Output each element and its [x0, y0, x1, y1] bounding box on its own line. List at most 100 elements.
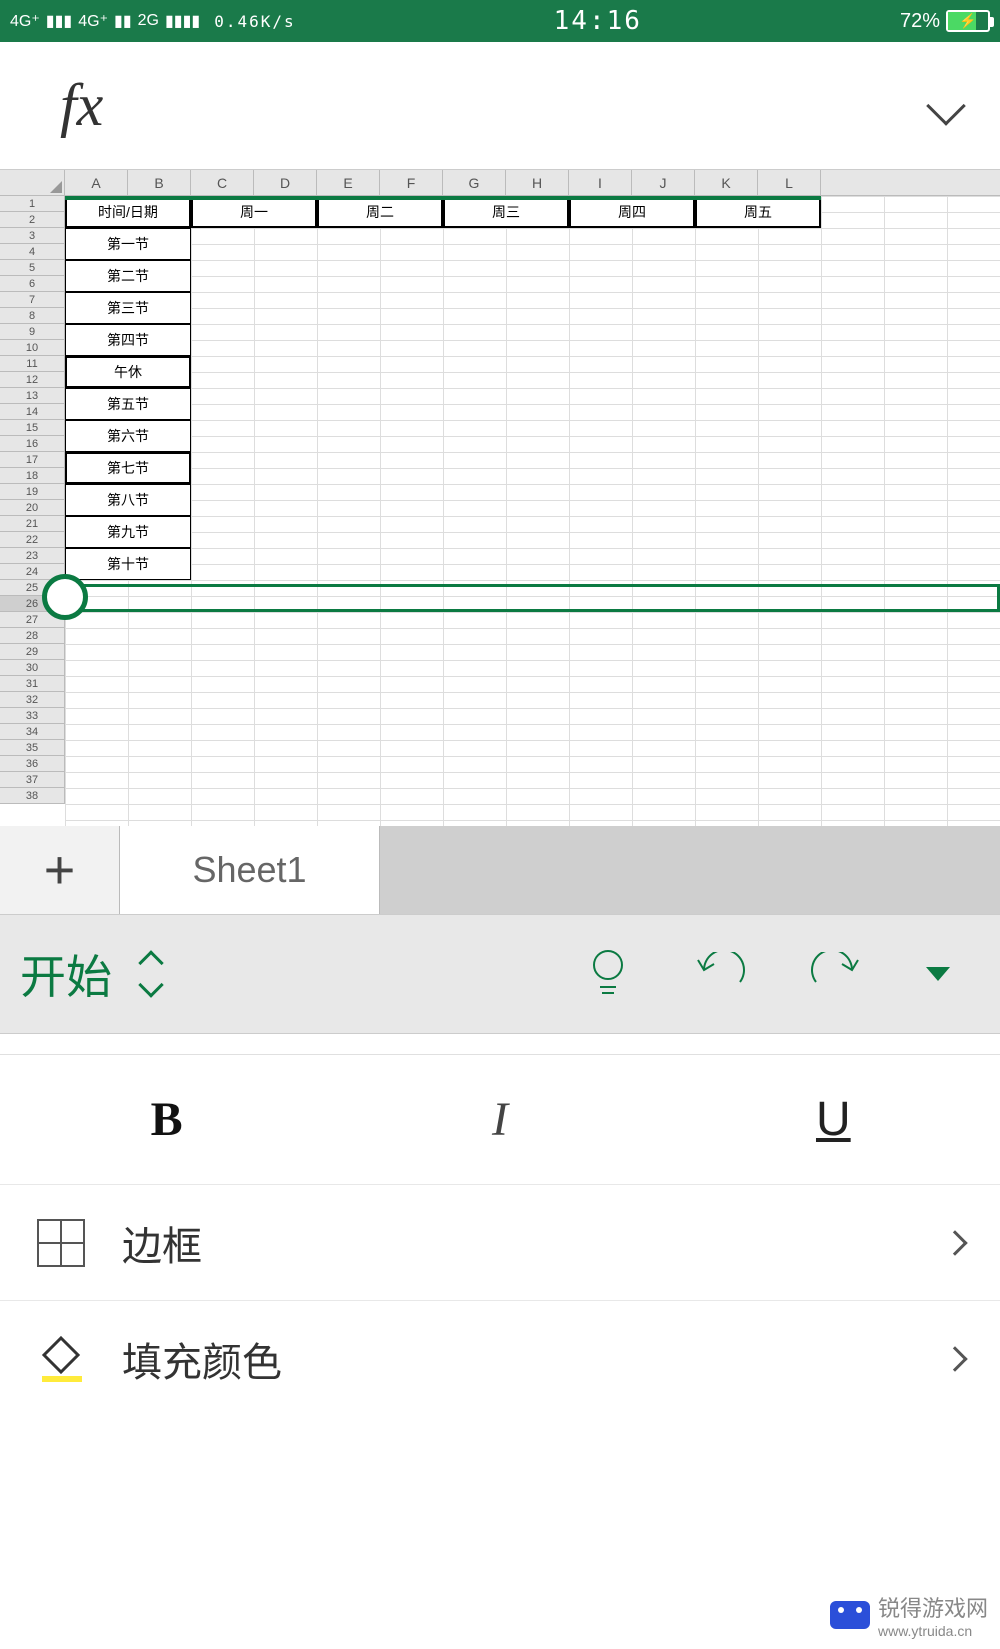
data-speed: 0.46K/s [214, 12, 295, 31]
sheet-tab-1[interactable]: Sheet1 [120, 826, 380, 914]
row-header-29[interactable]: 29 [0, 644, 64, 660]
select-all-corner[interactable] [0, 170, 65, 196]
row-header-20[interactable]: 20 [0, 500, 64, 516]
row-header-17[interactable]: 17 [0, 452, 64, 468]
spreadsheet-grid[interactable]: ABCDEFGHIJKL 123456789101112131415161718… [0, 170, 1000, 826]
col-header-A[interactable]: A [65, 170, 128, 195]
row-header-19[interactable]: 19 [0, 484, 64, 500]
col-header-J[interactable]: J [632, 170, 695, 195]
row-header-25[interactable]: 25 [0, 580, 64, 596]
ribbon-bar: 开始 [0, 914, 1000, 1034]
status-time: 14:16 [296, 6, 900, 36]
row-header-13[interactable]: 13 [0, 388, 64, 404]
cell-period-3[interactable]: 第四节 [65, 324, 191, 356]
col-header-L[interactable]: L [758, 170, 821, 195]
row-header-11[interactable]: 11 [0, 356, 64, 372]
col-header-E[interactable]: E [317, 170, 380, 195]
row-header-6[interactable]: 6 [0, 276, 64, 292]
cell-period-8[interactable]: 第八节 [65, 484, 191, 516]
row-headers[interactable]: 1234567891011121314151617181920212223242… [0, 196, 65, 804]
row-header-38[interactable]: 38 [0, 788, 64, 804]
cell-period-7[interactable]: 第七节 [65, 452, 191, 484]
col-header-K[interactable]: K [695, 170, 758, 195]
row-header-9[interactable]: 9 [0, 324, 64, 340]
cell-period-4[interactable]: 午休 [65, 356, 191, 388]
col-header-G[interactable]: G [443, 170, 506, 195]
row-header-14[interactable]: 14 [0, 404, 64, 420]
redo-button[interactable] [808, 952, 866, 996]
row-header-32[interactable]: 32 [0, 692, 64, 708]
ribbon-tab-home[interactable]: 开始 [20, 941, 112, 1007]
row-header-31[interactable]: 31 [0, 676, 64, 692]
row-header-18[interactable]: 18 [0, 468, 64, 484]
undo-button[interactable] [690, 952, 748, 996]
row-header-1[interactable]: 1 [0, 196, 64, 212]
cell-period-1[interactable]: 第二节 [65, 260, 191, 292]
cell-period-2[interactable]: 第三节 [65, 292, 191, 324]
cell-day-2[interactable]: 周三 [443, 196, 569, 228]
status-battery: 72% ⚡ [900, 10, 990, 33]
row-header-5[interactable]: 5 [0, 260, 64, 276]
col-header-I[interactable]: I [569, 170, 632, 195]
text-style-row: B I U [0, 1054, 1000, 1184]
row-header-7[interactable]: 7 [0, 292, 64, 308]
col-header-F[interactable]: F [380, 170, 443, 195]
row-header-24[interactable]: 24 [0, 564, 64, 580]
row-header-37[interactable]: 37 [0, 772, 64, 788]
row-header-22[interactable]: 22 [0, 532, 64, 548]
row-header-12[interactable]: 12 [0, 372, 64, 388]
row-header-30[interactable]: 30 [0, 660, 64, 676]
cell-period-6[interactable]: 第六节 [65, 420, 191, 452]
row-header-28[interactable]: 28 [0, 628, 64, 644]
cell-period-5[interactable]: 第五节 [65, 388, 191, 420]
table-top-border [65, 196, 821, 200]
col-header-D[interactable]: D [254, 170, 317, 195]
fill-color-option[interactable]: 填充颜色 [0, 1300, 1000, 1416]
fill-color-label: 填充颜色 [122, 1330, 946, 1388]
row-header-21[interactable]: 21 [0, 516, 64, 532]
watermark-url: www.ytruida.cn [878, 1623, 988, 1639]
ribbon-switcher-icon[interactable] [142, 954, 160, 994]
border-option[interactable]: 边框 [0, 1184, 1000, 1300]
cell-time-header[interactable]: 时间/日期 [65, 196, 191, 228]
cell-period-0[interactable]: 第一节 [65, 228, 191, 260]
cell-day-1[interactable]: 周二 [317, 196, 443, 228]
col-header-B[interactable]: B [128, 170, 191, 195]
grid-lines [65, 196, 1000, 826]
column-headers[interactable]: ABCDEFGHIJKL [65, 170, 1000, 196]
row-header-2[interactable]: 2 [0, 212, 64, 228]
row-header-34[interactable]: 34 [0, 724, 64, 740]
lightbulb-icon[interactable] [586, 947, 630, 1001]
row-header-10[interactable]: 10 [0, 340, 64, 356]
underline-button[interactable]: U [667, 1055, 1000, 1184]
row-header-15[interactable]: 15 [0, 420, 64, 436]
row-header-23[interactable]: 23 [0, 548, 64, 564]
expand-formula-icon[interactable] [926, 86, 966, 126]
battery-percent: 72% [900, 10, 940, 33]
row-header-16[interactable]: 16 [0, 436, 64, 452]
ribbon-menu-dropdown-icon[interactable] [926, 967, 950, 981]
col-header-H[interactable]: H [506, 170, 569, 195]
row-header-36[interactable]: 36 [0, 756, 64, 772]
col-header-C[interactable]: C [191, 170, 254, 195]
battery-icon: ⚡ [946, 10, 990, 32]
row-header-8[interactable]: 8 [0, 308, 64, 324]
row-header-33[interactable]: 33 [0, 708, 64, 724]
chevron-right-icon [942, 1230, 967, 1255]
add-sheet-button[interactable]: + [0, 826, 120, 914]
cell-day-0[interactable]: 周一 [191, 196, 317, 228]
cell-period-10[interactable]: 第十节 [65, 548, 191, 580]
cell-day-4[interactable]: 周五 [695, 196, 821, 228]
italic-button[interactable]: I [333, 1055, 666, 1184]
row-header-3[interactable]: 3 [0, 228, 64, 244]
row-header-4[interactable]: 4 [0, 244, 64, 260]
formula-bar: fx [0, 42, 1000, 170]
watermark: 锐得游戏网 www.ytruida.cn [830, 1591, 988, 1639]
row-header-27[interactable]: 27 [0, 612, 64, 628]
row-header-26[interactable]: 26 [0, 596, 64, 612]
cell-day-3[interactable]: 周四 [569, 196, 695, 228]
bold-button[interactable]: B [0, 1055, 333, 1184]
cell-period-9[interactable]: 第九节 [65, 516, 191, 548]
watermark-logo-icon [830, 1601, 870, 1629]
row-header-35[interactable]: 35 [0, 740, 64, 756]
